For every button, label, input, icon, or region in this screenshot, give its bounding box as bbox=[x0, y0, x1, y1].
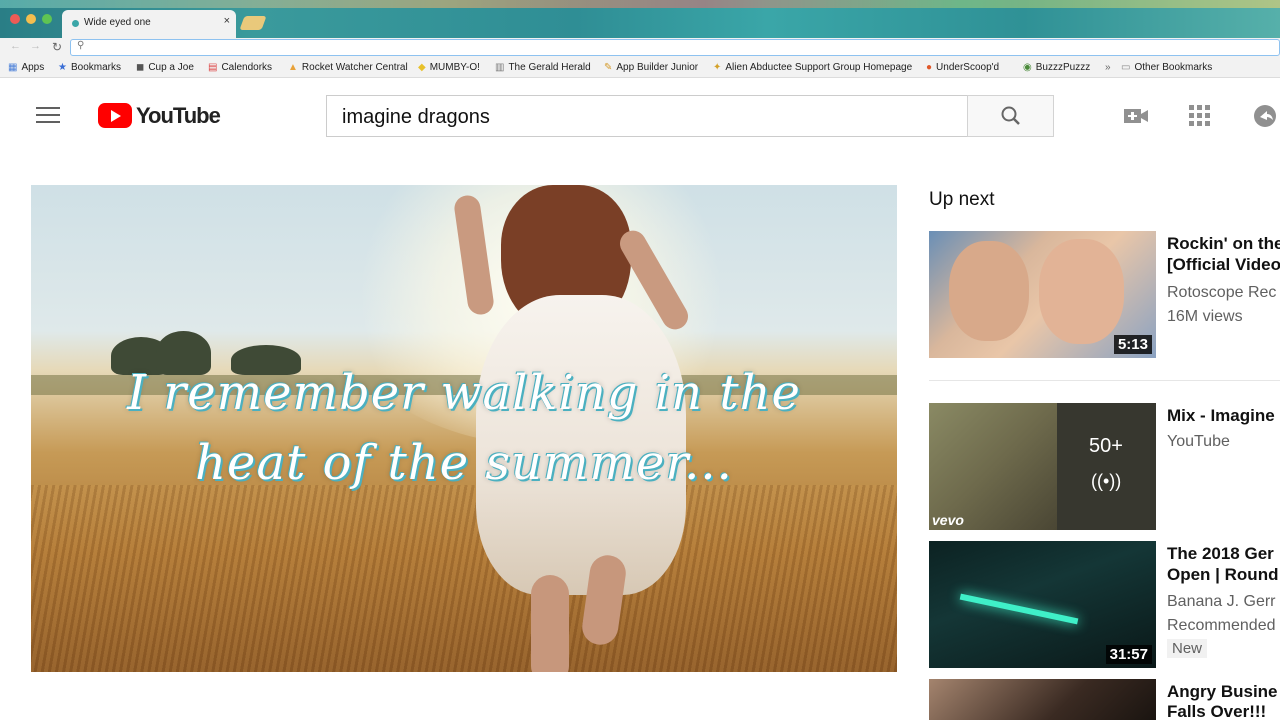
cup-icon: ◼ bbox=[136, 62, 145, 73]
vevo-logo: vevo bbox=[932, 512, 964, 528]
new-tab-button[interactable] bbox=[239, 16, 267, 30]
bookmark-underscoopd[interactable]: ● UnderScoop'd bbox=[926, 62, 999, 73]
calendar-icon: ▤ bbox=[208, 62, 218, 73]
search-button[interactable] bbox=[967, 95, 1054, 137]
bookmark-rocket-watcher[interactable]: ▲ Rocket Watcher Central bbox=[288, 62, 408, 73]
channel-name: YouTube bbox=[1167, 433, 1230, 450]
video-thumbnail[interactable] bbox=[929, 679, 1156, 720]
browser-toolbar: ← → ↻ ⚲ bbox=[0, 38, 1280, 58]
channel-name: Rotoscope Rec bbox=[1167, 284, 1277, 301]
video-thumbnail[interactable]: 5:13 bbox=[929, 231, 1156, 358]
browser-tab[interactable]: Wide eyed one × bbox=[62, 10, 236, 38]
tab-favicon-icon bbox=[72, 20, 79, 27]
video-title[interactable]: The 2018 Ger bbox=[1167, 543, 1274, 564]
search-icon bbox=[1001, 106, 1020, 125]
recommended-label: Recommended bbox=[1167, 617, 1276, 634]
video-title[interactable]: Angry Busine bbox=[1167, 681, 1278, 702]
bookmark-mumby-o[interactable]: ◆ MUMBY-O! bbox=[418, 62, 480, 73]
tab-title: Wide eyed one bbox=[84, 17, 151, 28]
window-close-button[interactable] bbox=[10, 14, 20, 24]
logo-text: YouTube bbox=[136, 103, 221, 128]
cat-icon: ● bbox=[926, 62, 933, 73]
create-video-icon[interactable] bbox=[1122, 106, 1150, 126]
window-maximize-button[interactable] bbox=[42, 14, 52, 24]
bookmark-cup-a-joe[interactable]: ◼ Cup a Joe bbox=[136, 62, 194, 73]
new-badge: New bbox=[1167, 639, 1208, 658]
star-icon: ★ bbox=[58, 62, 67, 73]
video-thumbnail[interactable]: 31:57 bbox=[929, 541, 1156, 668]
playlist-count: 50+ bbox=[1089, 435, 1123, 457]
search-input[interactable]: imagine dragons bbox=[326, 95, 968, 137]
bookmarks-bar: ▦ Apps ★ Bookmarks ◼ Cup a Joe ▤ Calendorks … bbox=[0, 58, 1280, 78]
divider bbox=[929, 380, 1280, 381]
globe-icon: ◉ bbox=[1023, 62, 1032, 73]
bookmark-buzzzpuzzz[interactable]: ◉ BuzzzPuzzz bbox=[1023, 62, 1090, 73]
bookmark-calendorks[interactable]: ▤ Calendorks bbox=[208, 62, 272, 73]
tabstrip-decoration bbox=[0, 0, 1280, 8]
window-minimize-button[interactable] bbox=[26, 14, 36, 24]
bookmarks-overflow-icon[interactable]: » bbox=[1105, 62, 1111, 73]
reload-icon[interactable]: ↻ bbox=[52, 40, 62, 54]
video-title-line2[interactable]: Open | Round bbox=[1167, 564, 1278, 585]
newspaper-icon: ▥ bbox=[495, 62, 505, 73]
hamburger-menu-icon[interactable] bbox=[36, 107, 60, 125]
view-count: 16M views bbox=[1167, 308, 1243, 325]
video-title-line2[interactable]: Falls Over!!! bbox=[1167, 701, 1266, 722]
mumby-icon: ◆ bbox=[418, 62, 426, 73]
video-duration: 5:13 bbox=[1113, 335, 1152, 354]
channel-name: Banana J. Gerr bbox=[1167, 593, 1276, 610]
bookmark-bookmarks[interactable]: ★ Bookmarks bbox=[58, 62, 121, 73]
bookmark-gerald-herald[interactable]: ▥ The Gerald Herald bbox=[495, 62, 591, 73]
other-bookmarks[interactable]: ▭ Other Bookmarks bbox=[1121, 62, 1212, 73]
lyric-line-1: I remember walking in the bbox=[127, 365, 801, 421]
video-title[interactable]: Rockin' on the bbox=[1167, 233, 1280, 254]
apps-grid-icon: ▦ bbox=[8, 62, 18, 73]
video-thumbnail[interactable]: 50+ ((•)) vevo bbox=[929, 403, 1156, 530]
back-icon[interactable]: ← bbox=[10, 40, 21, 52]
video-title-line2[interactable]: [Official Video bbox=[1167, 254, 1280, 275]
ufo-icon: ✦ bbox=[713, 62, 722, 73]
video-duration: 31:57 bbox=[1105, 645, 1152, 664]
address-bar[interactable]: ⚲ bbox=[70, 39, 1280, 56]
youtube-play-icon bbox=[98, 103, 132, 128]
apps-grid-icon[interactable] bbox=[1189, 105, 1211, 127]
forward-icon[interactable]: → bbox=[30, 40, 41, 52]
messages-icon[interactable] bbox=[1252, 104, 1280, 128]
up-next-heading: Up next bbox=[929, 189, 995, 210]
folder-icon: ▭ bbox=[1121, 62, 1131, 73]
lyric-line-2: heat of the summer... bbox=[195, 435, 733, 491]
address-search-icon: ⚲ bbox=[77, 40, 85, 51]
bookmark-alien-abductee[interactable]: ✦ Alien Abductee Support Group Homepage bbox=[713, 62, 912, 73]
bookmark-app-builder[interactable]: ✎ App Builder Junior bbox=[604, 62, 698, 73]
tab-close-icon[interactable]: × bbox=[224, 15, 230, 27]
video-title[interactable]: Mix - Imagine bbox=[1167, 405, 1275, 426]
rocket-icon: ▲ bbox=[288, 62, 298, 73]
video-player[interactable]: I remember walking in the heat of the su… bbox=[31, 185, 897, 672]
browser-tabstrip: Wide eyed one × bbox=[0, 0, 1280, 38]
youtube-logo[interactable]: YouTube bbox=[98, 103, 221, 129]
mix-radio-icon: ((•)) bbox=[1091, 471, 1122, 491]
bookmark-apps[interactable]: ▦ Apps bbox=[8, 62, 44, 73]
pencil-icon: ✎ bbox=[604, 62, 613, 73]
wheat-field bbox=[31, 485, 897, 672]
